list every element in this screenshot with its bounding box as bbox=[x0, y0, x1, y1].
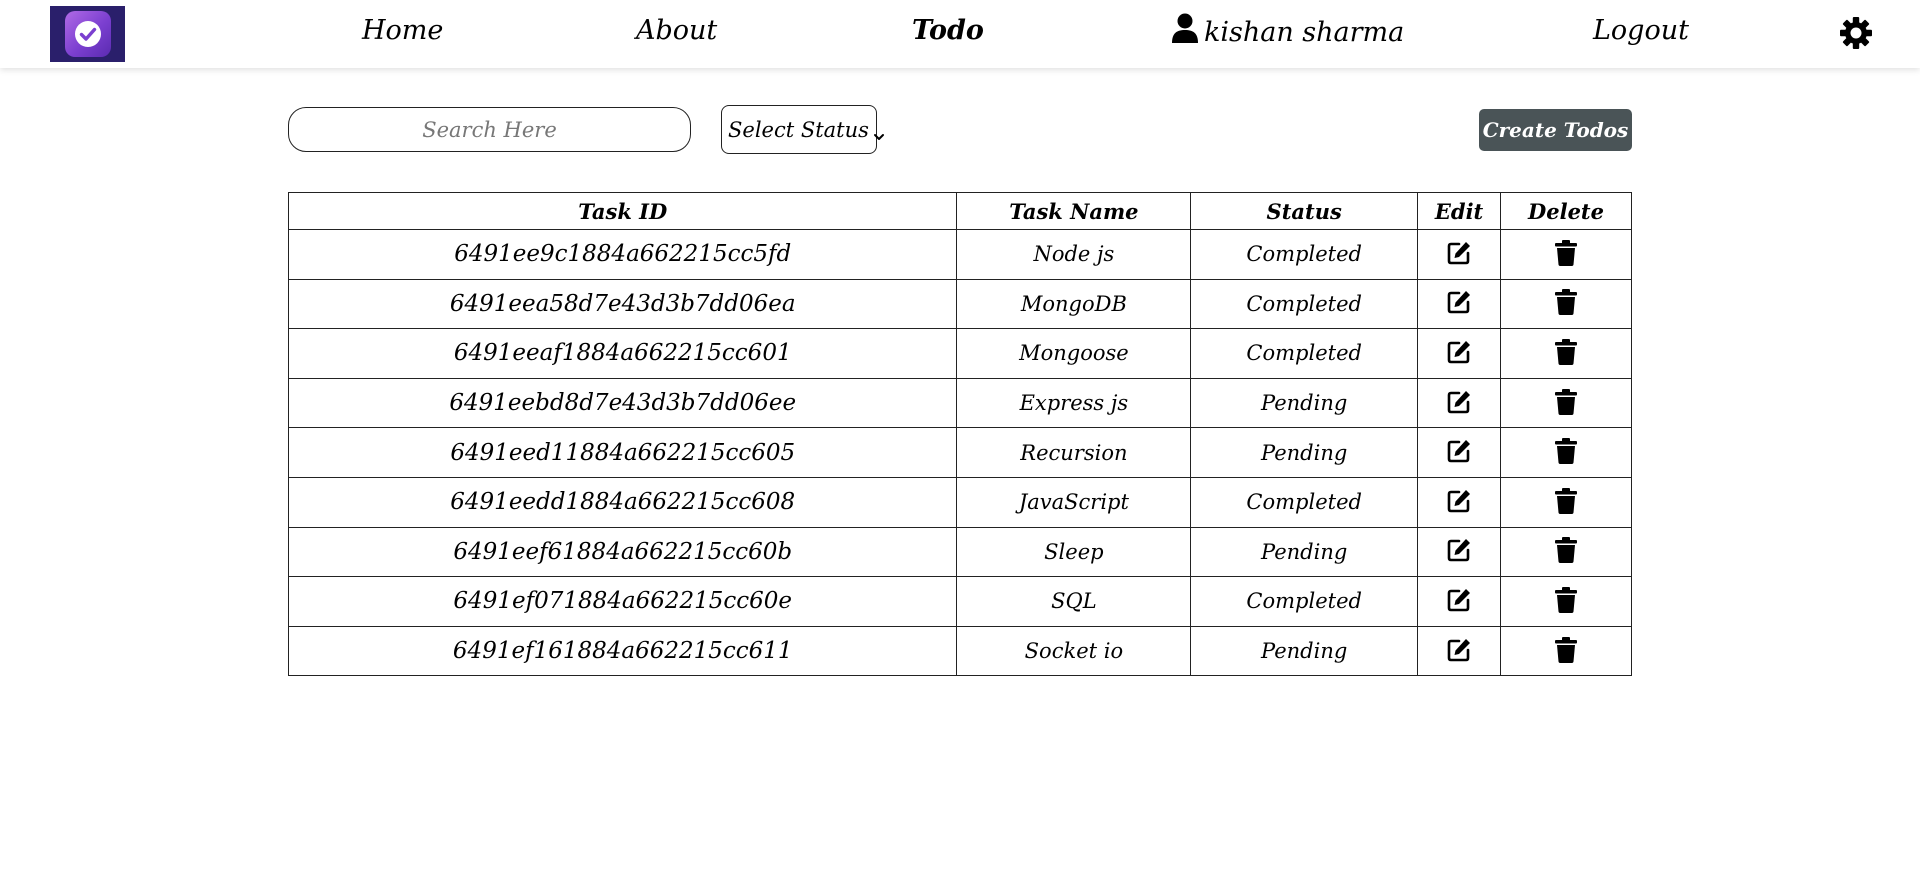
delete-cell bbox=[1500, 328, 1632, 379]
task-name-cell: MongoDB bbox=[956, 278, 1192, 330]
table-row: 6491eea58d7e43d3b7dd06ea MongoDB Complet… bbox=[287, 278, 1632, 330]
create-todos-button[interactable]: Create Todos bbox=[1479, 109, 1632, 151]
checkmark-logo-icon bbox=[64, 11, 111, 57]
edit-icon[interactable] bbox=[1444, 387, 1474, 417]
nav-about-link[interactable]: About bbox=[636, 13, 717, 49]
edit-cell bbox=[1417, 427, 1502, 478]
delete-cell bbox=[1500, 576, 1632, 627]
task-status-cell: Pending bbox=[1190, 377, 1419, 429]
delete-cell bbox=[1500, 278, 1632, 330]
table-row: 6491ee9c1884a662215cc5fd Node js Complet… bbox=[287, 229, 1632, 280]
edit-cell bbox=[1417, 476, 1502, 528]
nav-home-link[interactable]: Home bbox=[362, 13, 443, 49]
app-logo[interactable] bbox=[50, 6, 125, 62]
task-name-cell: JavaScript bbox=[956, 476, 1192, 528]
task-id-cell: 6491eef61884a662215cc60b bbox=[287, 526, 958, 578]
trash-icon[interactable] bbox=[1551, 238, 1581, 268]
trash-icon[interactable] bbox=[1551, 535, 1581, 565]
table-row: 6491ef161884a662215cc611 Socket io Pendi… bbox=[287, 625, 1632, 677]
table-row: 6491eebd8d7e43d3b7dd06ee Express js Pend… bbox=[287, 377, 1632, 429]
status-filter-select[interactable]: Select Status bbox=[721, 105, 884, 154]
task-name-cell: SQL bbox=[956, 576, 1192, 627]
task-name-cell: Mongoose bbox=[956, 328, 1192, 379]
edit-icon[interactable] bbox=[1444, 585, 1474, 615]
search-input[interactable] bbox=[288, 107, 691, 152]
task-status-cell: Completed bbox=[1190, 229, 1419, 280]
task-id-cell: 6491eed11884a662215cc605 bbox=[287, 427, 958, 478]
task-status-cell: Pending bbox=[1190, 526, 1419, 578]
task-status-cell: Pending bbox=[1190, 427, 1419, 478]
task-name-cell: Express js bbox=[956, 377, 1192, 429]
edit-cell bbox=[1417, 576, 1502, 627]
edit-icon[interactable] bbox=[1444, 238, 1474, 268]
task-id-cell: 6491ef161884a662215cc611 bbox=[287, 625, 958, 677]
edit-cell bbox=[1417, 625, 1502, 677]
task-status-cell: Completed bbox=[1190, 278, 1419, 330]
trash-icon[interactable] bbox=[1551, 436, 1581, 466]
header-edit: Edit bbox=[1417, 192, 1502, 230]
edit-icon[interactable] bbox=[1444, 287, 1474, 317]
task-id-cell: 6491eedd1884a662215cc608 bbox=[287, 476, 958, 528]
task-id-cell: 6491ef071884a662215cc60e bbox=[287, 576, 958, 627]
task-status-cell: Completed bbox=[1190, 328, 1419, 379]
edit-cell bbox=[1417, 377, 1502, 429]
delete-cell bbox=[1500, 377, 1632, 429]
edit-cell bbox=[1417, 328, 1502, 379]
edit-icon[interactable] bbox=[1444, 635, 1474, 665]
trash-icon[interactable] bbox=[1551, 287, 1581, 317]
header-delete: Delete bbox=[1500, 192, 1632, 230]
table-row: 6491eeaf1884a662215cc601 Mongoose Comple… bbox=[287, 328, 1632, 379]
table-row: 6491eed11884a662215cc605 Recursion Pendi… bbox=[287, 427, 1632, 478]
header-task-name: Task Name bbox=[956, 192, 1192, 230]
navbar: Home About Todo kishan sharma Logout bbox=[0, 0, 1920, 68]
nav-todo-link[interactable]: Todo bbox=[912, 13, 984, 49]
delete-cell bbox=[1500, 427, 1632, 478]
edit-icon[interactable] bbox=[1444, 486, 1474, 516]
edit-icon[interactable] bbox=[1444, 436, 1474, 466]
edit-icon[interactable] bbox=[1444, 337, 1474, 367]
trash-icon[interactable] bbox=[1551, 585, 1581, 615]
theme-toggle-button[interactable] bbox=[1839, 16, 1873, 50]
task-id-cell: 6491ee9c1884a662215cc5fd bbox=[287, 229, 958, 280]
trash-icon[interactable] bbox=[1551, 337, 1581, 367]
edit-cell bbox=[1417, 278, 1502, 330]
task-id-cell: 6491eebd8d7e43d3b7dd06ee bbox=[287, 377, 958, 429]
task-status-cell: Pending bbox=[1190, 625, 1419, 677]
header-status: Status bbox=[1190, 192, 1419, 230]
task-id-cell: 6491eea58d7e43d3b7dd06ea bbox=[287, 278, 958, 330]
trash-icon[interactable] bbox=[1551, 635, 1581, 665]
task-name-cell: Socket io bbox=[956, 625, 1192, 677]
nav-user-profile[interactable]: kishan sharma bbox=[1172, 13, 1404, 53]
table-body: 6491ee9c1884a662215cc5fd Node js Complet… bbox=[287, 229, 1632, 677]
task-status-cell: Completed bbox=[1190, 576, 1419, 627]
nav-logout-link[interactable]: Logout bbox=[1593, 13, 1689, 49]
user-name: kishan sharma bbox=[1204, 17, 1405, 48]
trash-icon[interactable] bbox=[1551, 387, 1581, 417]
edit-cell bbox=[1417, 229, 1502, 280]
chevron-down-icon bbox=[873, 124, 885, 140]
table-row: 6491eedd1884a662215cc608 JavaScript Comp… bbox=[287, 476, 1632, 528]
delete-cell bbox=[1500, 526, 1632, 578]
edit-cell bbox=[1417, 526, 1502, 578]
todo-table: Task ID Task Name Status Edit Delete 649… bbox=[287, 192, 1632, 677]
gear-icon bbox=[1839, 17, 1873, 54]
delete-cell bbox=[1500, 476, 1632, 528]
task-id-cell: 6491eeaf1884a662215cc601 bbox=[287, 328, 958, 379]
table-header-row: Task ID Task Name Status Edit Delete bbox=[287, 192, 1632, 230]
task-status-cell: Completed bbox=[1190, 476, 1419, 528]
delete-cell bbox=[1500, 229, 1632, 280]
user-icon bbox=[1172, 13, 1198, 53]
trash-icon[interactable] bbox=[1551, 486, 1581, 516]
table-row: 6491eef61884a662215cc60b Sleep Pending bbox=[287, 526, 1632, 578]
edit-icon[interactable] bbox=[1444, 535, 1474, 565]
task-name-cell: Sleep bbox=[956, 526, 1192, 578]
status-select-label: Select Status bbox=[728, 117, 869, 142]
task-name-cell: Recursion bbox=[956, 427, 1192, 478]
task-name-cell: Node js bbox=[956, 229, 1192, 280]
table-row: 6491ef071884a662215cc60e SQL Completed bbox=[287, 576, 1632, 627]
header-task-id: Task ID bbox=[287, 192, 958, 230]
delete-cell bbox=[1500, 625, 1632, 677]
